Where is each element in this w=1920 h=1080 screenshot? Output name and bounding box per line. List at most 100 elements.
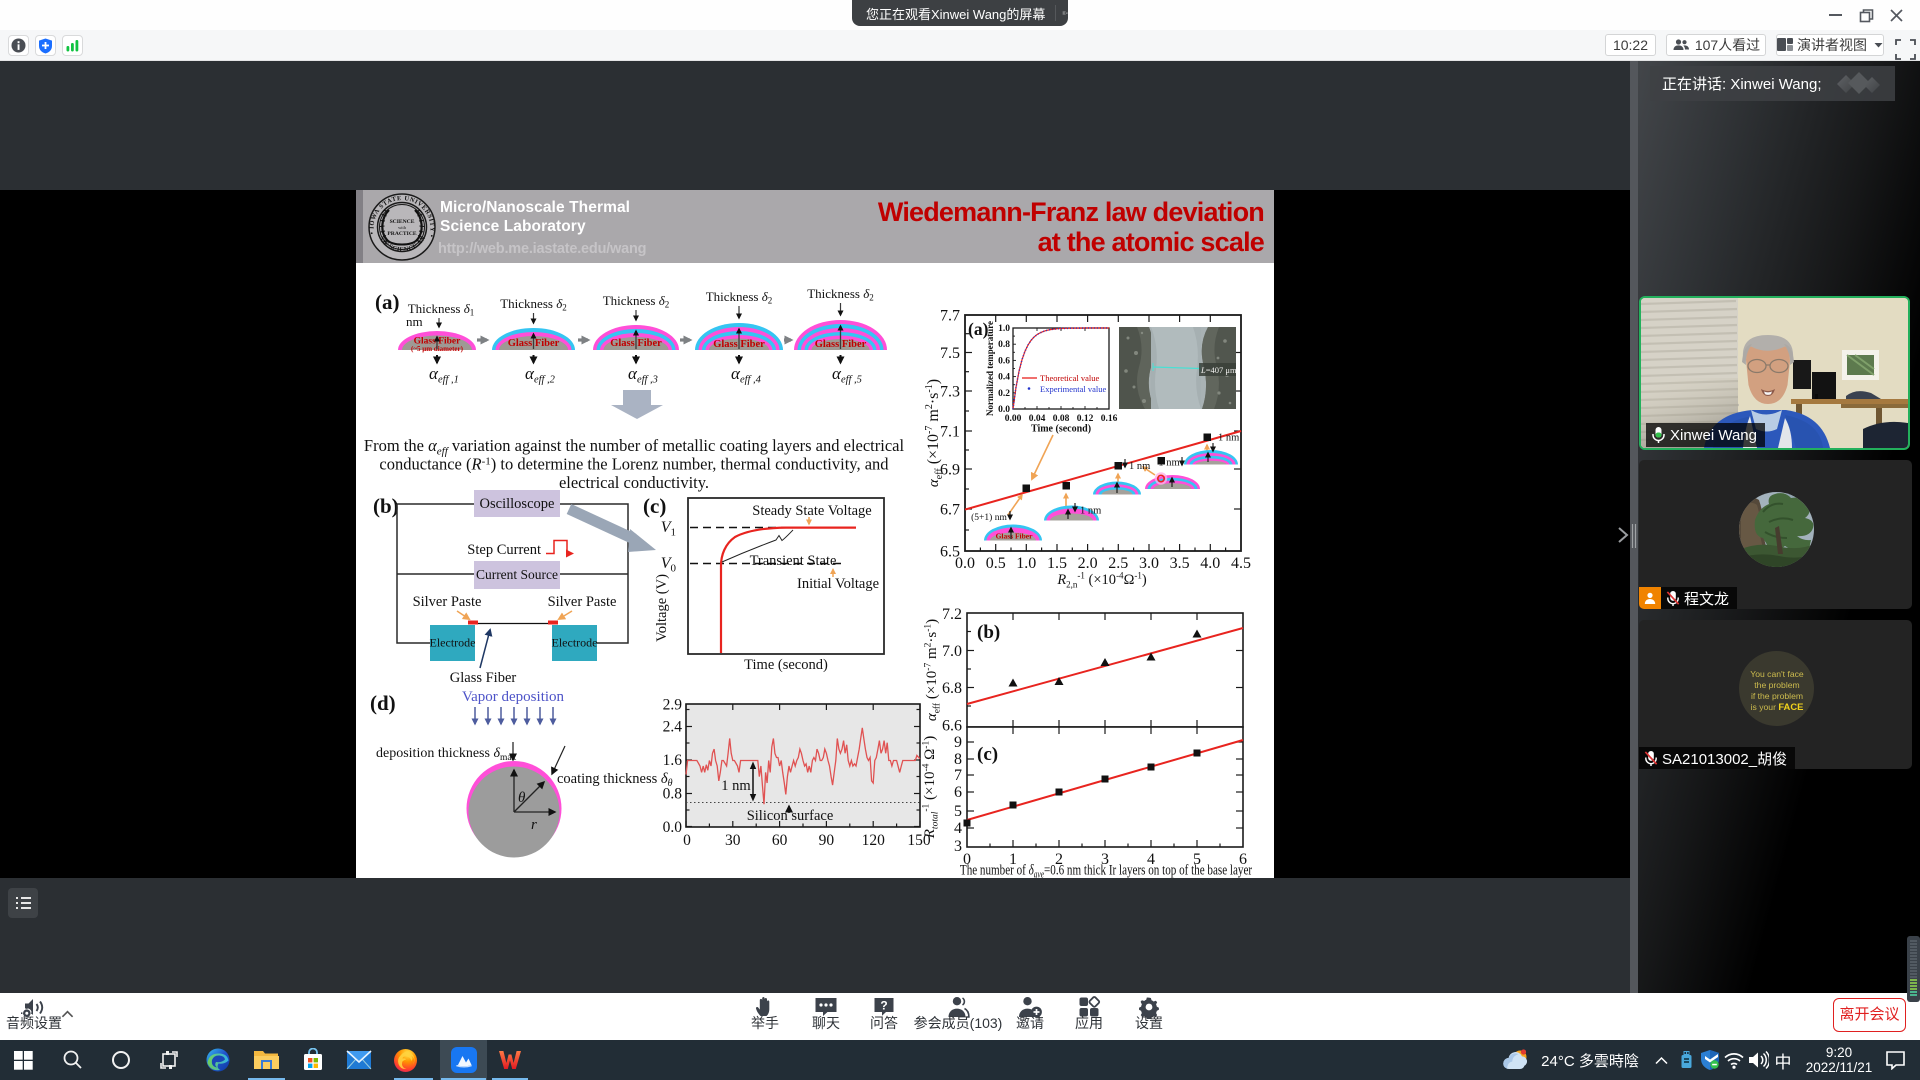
svg-text:Voltage (V): Voltage (V)	[654, 574, 670, 642]
svg-text:7.2: 7.2	[942, 606, 962, 623]
svg-text:θ: θ	[518, 790, 526, 806]
svg-text:7: 7	[954, 767, 962, 784]
svg-text:Thickness δ2: Thickness δ2	[603, 293, 670, 310]
svg-text:3.5: 3.5	[1170, 555, 1190, 572]
svg-text:3.0: 3.0	[1139, 555, 1159, 572]
svg-text:V0: V0	[661, 555, 677, 575]
svg-text:Silver Paste: Silver Paste	[548, 594, 617, 610]
svg-text:0.8: 0.8	[998, 340, 1010, 350]
svg-text:(a): (a)	[375, 290, 400, 314]
svg-text:8: 8	[954, 751, 962, 768]
svg-text:2.4: 2.4	[663, 719, 683, 736]
svg-text:(c): (c)	[977, 744, 998, 765]
svg-text:the problem: the problem	[1754, 680, 1799, 690]
svg-text:R2,n-1 (×10-4Ω-1): R2,n-1 (×10-4Ω-1)	[1056, 571, 1147, 590]
svg-text:Time (second): Time (second)	[1031, 424, 1091, 435]
svg-text:coating thickness δθ: coating thickness δθ	[557, 771, 673, 789]
svg-text:6.6: 6.6	[942, 718, 962, 735]
svg-text:Silicon surface: Silicon surface	[747, 808, 834, 824]
svg-text:0.12: 0.12	[1077, 414, 1094, 424]
svg-text:Rtotal-1 (×10-4 Ω-1): Rtotal-1 (×10-4 Ω-1)	[922, 736, 941, 839]
svg-text:Transient State: Transient State	[750, 553, 837, 569]
svg-text:2.0: 2.0	[1078, 555, 1098, 572]
svg-text:is your FACE: is your FACE	[1751, 701, 1804, 712]
svg-text:4: 4	[954, 820, 962, 837]
svg-text:V1: V1	[661, 519, 676, 539]
svg-text:Current Source: Current Source	[476, 567, 558, 582]
svg-text:2.9: 2.9	[663, 697, 683, 714]
svg-text:You can't face: You can't face	[1750, 669, 1804, 679]
svg-text:1.5: 1.5	[1047, 555, 1067, 572]
svg-text:7.3: 7.3	[940, 384, 960, 401]
svg-text:αeff ,1: αeff ,1	[429, 364, 459, 386]
svg-text:Oscilloscope: Oscilloscope	[480, 496, 555, 512]
svg-text:(c): (c)	[643, 494, 666, 518]
svg-text:0.2: 0.2	[998, 389, 1010, 399]
svg-text:0.04: 0.04	[1029, 414, 1046, 424]
svg-text:nm: nm	[406, 314, 423, 329]
svg-text:1 nm: 1 nm	[1080, 506, 1101, 517]
svg-text:deposition thickness δmax: deposition thickness δmax	[376, 746, 517, 763]
svg-text:conductance (R-1) to determine: conductance (R-1) to determine the Loren…	[379, 455, 889, 474]
svg-text:αeff (×10-7 m2·s-1): αeff (×10-7 m2·s-1)	[924, 619, 943, 721]
svg-text:(d): (d)	[370, 691, 396, 715]
svg-text:Experimental value: Experimental value	[1040, 384, 1107, 394]
svg-text:?: ?	[880, 999, 887, 1013]
svg-text:0.00: 0.00	[1005, 414, 1022, 424]
svg-text:Steady State Voltage: Steady State Voltage	[752, 503, 871, 519]
svg-text:3: 3	[954, 838, 962, 855]
svg-text:9: 9	[954, 734, 962, 751]
svg-text:Step Current: Step Current	[467, 542, 541, 558]
svg-text:5: 5	[954, 803, 962, 820]
svg-text:2.5: 2.5	[1108, 555, 1128, 572]
svg-text:αeff ,2: αeff ,2	[525, 364, 556, 386]
svg-text:0.0: 0.0	[663, 819, 683, 836]
svg-text:Electrode: Electrode	[430, 636, 476, 650]
svg-text:90: 90	[819, 832, 835, 849]
svg-text:0: 0	[683, 832, 691, 849]
svg-text:1 nm: 1 nm	[1129, 461, 1150, 472]
svg-text:Thickness δ2: Thickness δ2	[706, 289, 773, 306]
svg-text:1 nm: 1 nm	[1158, 458, 1179, 469]
svg-text:Normalized temperature: Normalized temperature	[985, 321, 995, 416]
svg-text:(b): (b)	[977, 622, 1000, 643]
svg-text:electrical conductivity.: electrical conductivity.	[559, 473, 709, 492]
svg-text:0.6: 0.6	[998, 356, 1010, 366]
svg-text:1.0: 1.0	[998, 324, 1010, 334]
svg-text:6.7: 6.7	[940, 502, 960, 519]
svg-text:if the problem: if the problem	[1751, 691, 1803, 701]
svg-text:7.0: 7.0	[942, 643, 962, 660]
svg-text:30: 30	[725, 832, 741, 849]
svg-text:(b): (b)	[373, 494, 399, 518]
svg-text:120: 120	[862, 832, 886, 849]
svg-text:αeff ,5: αeff ,5	[832, 364, 862, 386]
svg-text:1 nm: 1 nm	[1218, 433, 1239, 444]
svg-text:0.8: 0.8	[663, 786, 683, 803]
svg-text:1.0: 1.0	[1016, 555, 1036, 572]
svg-text:7.5: 7.5	[940, 345, 960, 362]
svg-text:Glass Fiber: Glass Fiber	[996, 532, 1034, 541]
svg-text:The number of δave=0.6 nm thic: The number of δave=0.6 nm thick Ir layer…	[960, 861, 1253, 878]
svg-text:7.1: 7.1	[940, 424, 960, 441]
svg-text:(5+1) nm: (5+1) nm	[971, 512, 1007, 523]
svg-text:with: with	[398, 225, 407, 230]
svg-text:60: 60	[772, 832, 788, 849]
svg-text:r: r	[531, 817, 537, 833]
svg-text:L=407 μm: L=407 μm	[1200, 365, 1237, 375]
svg-text:αeff ,4: αeff ,4	[731, 364, 762, 386]
svg-text:1 nm: 1 nm	[721, 778, 751, 794]
svg-text:PRACTICE: PRACTICE	[387, 231, 416, 237]
svg-text:Initial Voltage: Initial Voltage	[797, 576, 879, 592]
svg-text:6.8: 6.8	[942, 680, 962, 697]
svg-text:0.0: 0.0	[955, 555, 975, 572]
svg-text:Thickness δ2: Thickness δ2	[807, 286, 874, 303]
svg-text:0.4: 0.4	[998, 373, 1010, 383]
svg-text:4.0: 4.0	[1200, 555, 1220, 572]
svg-text:Time (second): Time (second)	[744, 657, 828, 673]
svg-text:Electrode: Electrode	[552, 636, 598, 650]
svg-text:Vapor deposition: Vapor deposition	[462, 689, 565, 705]
svg-text:0.16: 0.16	[1101, 414, 1118, 424]
svg-text:Thickness δ2: Thickness δ2	[500, 296, 567, 313]
svg-text:Glass Fiber: Glass Fiber	[450, 670, 517, 686]
svg-text:Silver Paste: Silver Paste	[413, 594, 482, 610]
